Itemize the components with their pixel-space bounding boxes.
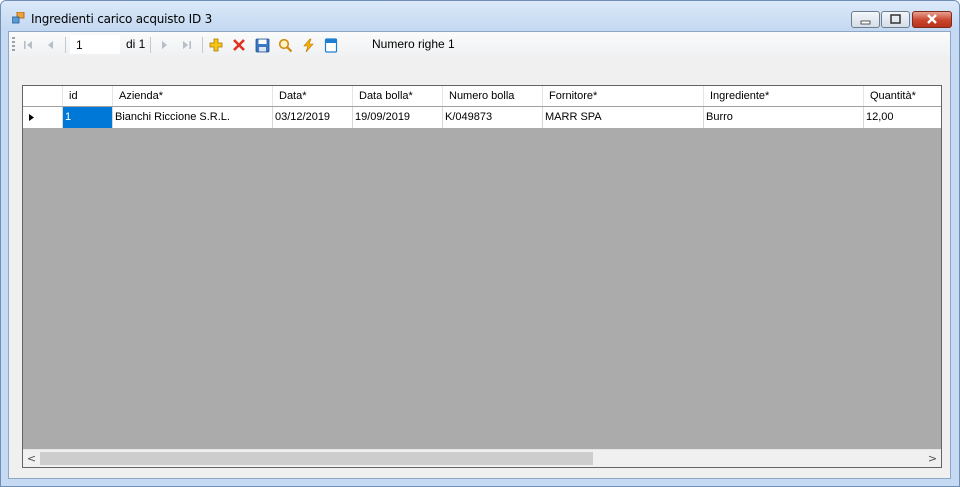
- maximize-icon: [890, 14, 901, 24]
- search-button[interactable]: [277, 37, 293, 53]
- row-count-label: Numero righe 1: [372, 37, 455, 51]
- document-icon: [324, 37, 338, 53]
- separator: [202, 37, 203, 53]
- close-icon: [927, 14, 937, 24]
- scroll-left-button[interactable]: <: [23, 450, 40, 467]
- table-row[interactable]: 1 Bianchi Riccione S.R.L. 03/12/2019 19/…: [23, 107, 941, 128]
- separator: [65, 37, 66, 53]
- column-header-ingrediente[interactable]: Ingrediente*: [704, 86, 864, 106]
- toolbar-grip[interactable]: [12, 37, 15, 53]
- lightning-button[interactable]: [300, 37, 316, 53]
- save-button[interactable]: [254, 37, 270, 53]
- cell-quantita[interactable]: 12,00: [864, 107, 941, 128]
- add-icon: [209, 38, 223, 52]
- minimize-icon: [860, 20, 871, 25]
- cell-azienda[interactable]: Bianchi Riccione S.R.L.: [113, 107, 273, 128]
- cell-data-bolla[interactable]: 19/09/2019: [353, 107, 443, 128]
- data-grid[interactable]: id Azienda* Data* Data bolla* Numero bol…: [22, 85, 942, 468]
- next-icon: [162, 41, 167, 49]
- lightning-icon: [302, 38, 314, 52]
- column-header-quantita[interactable]: Quantità*: [864, 86, 941, 106]
- horizontal-scrollbar[interactable]: < >: [23, 449, 941, 467]
- document-button[interactable]: [323, 37, 339, 53]
- save-icon: [255, 38, 269, 52]
- move-previous-button[interactable]: [43, 37, 59, 53]
- delete-button[interactable]: [231, 37, 247, 53]
- last-icon: [183, 41, 191, 49]
- add-new-button[interactable]: [208, 37, 224, 53]
- first-icon: [24, 41, 32, 49]
- count-label: di 1: [126, 37, 146, 51]
- cell-ingrediente[interactable]: Burro: [704, 107, 864, 128]
- move-next-button[interactable]: [156, 37, 172, 53]
- cell-data[interactable]: 03/12/2019: [273, 107, 353, 128]
- column-header-data-bolla[interactable]: Data bolla*: [353, 86, 443, 106]
- minimize-button[interactable]: [851, 11, 880, 28]
- current-row-arrow-icon: [29, 114, 34, 121]
- app-window-icon: [12, 12, 25, 24]
- previous-icon: [48, 41, 53, 49]
- separator: [150, 37, 151, 53]
- cell-fornitore[interactable]: MARR SPA: [543, 107, 704, 128]
- window-title: Ingredienti carico acquisto ID 3: [31, 12, 213, 26]
- grid-header: id Azienda* Data* Data bolla* Numero bol…: [23, 86, 941, 107]
- row-header-corner[interactable]: [23, 86, 63, 106]
- close-button[interactable]: [912, 11, 952, 28]
- scroll-right-button[interactable]: >: [924, 450, 941, 467]
- move-last-button[interactable]: [179, 37, 195, 53]
- delete-icon: [233, 39, 245, 51]
- cell-numero-bolla[interactable]: K/049873: [443, 107, 543, 128]
- position-input[interactable]: 1: [70, 35, 120, 54]
- column-header-numero-bolla[interactable]: Numero bolla: [443, 86, 543, 106]
- title-bar[interactable]: Ingredienti carico acquisto ID 3: [1, 1, 959, 31]
- column-header-fornitore[interactable]: Fornitore*: [543, 86, 704, 106]
- scrollbar-thumb[interactable]: [40, 452, 593, 465]
- search-icon: [278, 38, 292, 52]
- maximize-button[interactable]: [881, 11, 910, 28]
- form-client-area: 1 di 1 Numero righe 1 id Azienda* Data* …: [8, 31, 951, 479]
- column-header-data[interactable]: Data*: [273, 86, 353, 106]
- column-header-id[interactable]: id: [63, 86, 113, 106]
- app-window: Ingredienti carico acquisto ID 3 1 di 1: [0, 0, 960, 487]
- row-header[interactable]: [23, 107, 63, 128]
- cell-id[interactable]: 1: [63, 107, 113, 128]
- move-first-button[interactable]: [20, 37, 36, 53]
- column-header-azienda[interactable]: Azienda*: [113, 86, 273, 106]
- binding-navigator: 1 di 1 Numero righe 1: [9, 32, 950, 58]
